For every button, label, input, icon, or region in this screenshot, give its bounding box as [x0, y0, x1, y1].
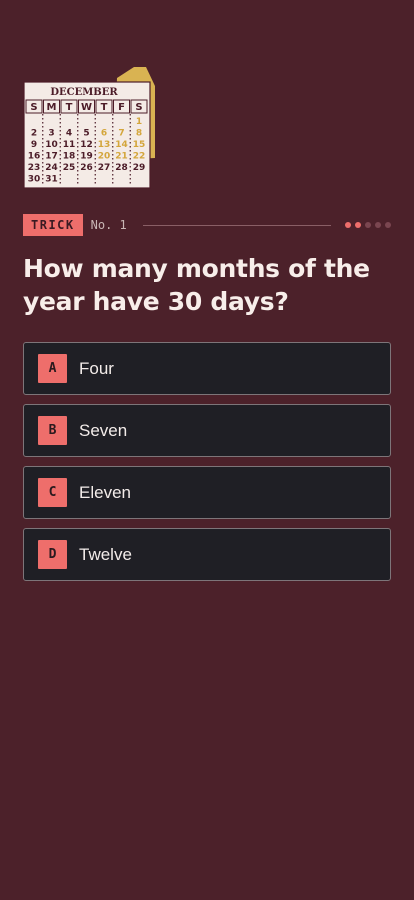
calendar-day: 20: [98, 152, 111, 162]
calendar-day: 13: [98, 140, 111, 150]
option-label: Seven: [79, 420, 128, 440]
progress-dots: [345, 222, 391, 228]
calendar-day: 29: [133, 163, 146, 173]
progress-dot: [345, 222, 351, 228]
question-text: How many months of the year have 30 days…: [23, 254, 370, 316]
calendar-day: 9: [31, 140, 37, 150]
calendar-day: 15: [133, 140, 146, 150]
calendar-day: 7: [118, 129, 124, 139]
option-label: Eleven: [79, 482, 131, 502]
calendar-day: 27: [98, 163, 111, 173]
question-number: No. 1: [90, 218, 127, 232]
option-letter: C: [38, 478, 67, 507]
option-letter: B: [38, 416, 67, 445]
calendar-day: 28: [115, 163, 128, 173]
calendar-day: 23: [28, 163, 41, 173]
calendar-day: 30: [28, 175, 41, 185]
calendar-day: 22: [133, 152, 146, 162]
progress-dot: [355, 222, 361, 228]
weekday-label: M: [47, 102, 57, 113]
calendar-day: 21: [115, 152, 128, 162]
calendar-day: 1: [136, 117, 142, 127]
progress-dot: [365, 222, 371, 228]
option-letter: A: [38, 354, 67, 383]
weekday-label: F: [118, 102, 125, 113]
category-tag: TRICK: [23, 214, 83, 236]
calendar-day: 11: [63, 140, 76, 150]
weekday-label: T: [66, 102, 73, 113]
calendar-day: 26: [80, 163, 93, 173]
progress-line: [142, 224, 331, 226]
weekday-label: T: [101, 102, 108, 113]
calendar-day: 16: [28, 152, 41, 162]
progress-dot: [375, 222, 381, 228]
option-c-button[interactable]: C Eleven: [23, 466, 391, 519]
calendar-day: 8: [136, 129, 142, 139]
calendar-day: 2: [31, 129, 37, 139]
calendar-day: 19: [80, 152, 93, 162]
calendar-day: 31: [45, 175, 58, 185]
weekday-label: W: [81, 102, 92, 113]
calendar-day: 24: [45, 163, 58, 173]
option-label: Twelve: [79, 544, 132, 564]
calendar-day: 4: [66, 129, 72, 139]
calendar-day: 12: [80, 140, 93, 150]
calendar-day: 10: [45, 140, 58, 150]
option-b-button[interactable]: B Seven: [23, 404, 391, 457]
option-letter: D: [38, 540, 67, 569]
calendar-day: 3: [48, 129, 54, 139]
calendar-day: 18: [63, 152, 76, 162]
question-meta: TRICK No. 1: [23, 214, 391, 236]
answer-options: A Four B Seven C Eleven D Twelve: [23, 342, 391, 581]
calendar-day: 14: [115, 140, 128, 150]
calendar-day: 17: [45, 152, 58, 162]
calendar-month: DECEMBER: [50, 87, 118, 98]
option-d-button[interactable]: D Twelve: [23, 528, 391, 581]
calendar-day: 5: [83, 129, 89, 139]
calendar-day: 6: [101, 129, 107, 139]
option-label: Four: [79, 358, 114, 378]
progress-dot: [385, 222, 391, 228]
option-a-button[interactable]: A Four: [23, 342, 391, 395]
calendar-illustration: DECEMBERS M T W T F S12 3 4 5 6 7 89 10 11 12 13 14 1516 17…: [23, 67, 155, 189]
calendar-day: 25: [63, 163, 76, 173]
weekday-label: S: [135, 102, 142, 113]
weekday-label: S: [30, 102, 37, 113]
